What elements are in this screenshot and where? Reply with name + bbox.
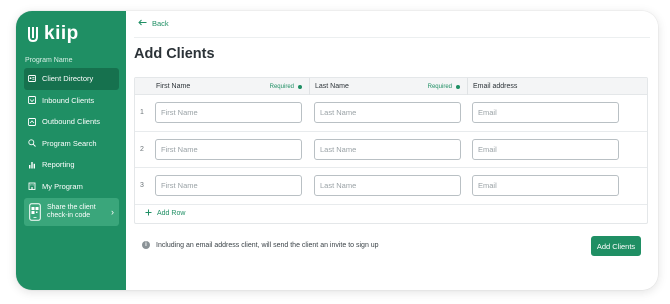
row-number: 3 <box>140 182 144 189</box>
email-invite-note: i Including an email address client, wil… <box>142 241 379 249</box>
last-name-field[interactable]: Last Name <box>314 102 461 123</box>
last-name-field[interactable]: Last Name <box>314 138 461 160</box>
info-icon: i <box>142 241 150 249</box>
first-name-field[interactable]: First Name <box>155 175 302 196</box>
sidebar-item-program-search[interactable]: Program Search <box>24 133 119 155</box>
share-check-in-code-label: Share the client check-in code <box>47 204 96 219</box>
required-indicator: Required <box>270 84 302 90</box>
sidebar-item-label: Outbound Clients <box>42 117 100 127</box>
required-dot-icon <box>456 84 460 89</box>
qr-phone-icon <box>29 203 41 221</box>
page-title: Add Clients <box>134 46 215 62</box>
info-text: Including an email address client, will … <box>156 241 379 249</box>
clients-table: First Name Required Last Name Required E… <box>134 77 648 224</box>
email-field[interactable]: Email <box>472 138 619 160</box>
search-icon <box>28 139 36 148</box>
sidebar-item-reporting[interactable]: Reporting <box>24 154 119 176</box>
sidebar-nav: Client Directory Inbound Clients Outboun… <box>24 68 119 197</box>
sidebar-item-label: My Program <box>42 181 83 191</box>
app-window: kiip Program Name Client Directory Inbou… <box>16 11 658 290</box>
program-name-label: Program Name <box>25 57 73 64</box>
required-label: Required <box>427 83 452 90</box>
table-header: First Name Required Last Name Required E… <box>135 78 647 95</box>
last-name-field[interactable]: Last Name <box>314 175 461 196</box>
first-name-field[interactable]: First Name <box>155 102 302 123</box>
column-header-last-name: Last Name Required <box>315 78 468 95</box>
first-name-field[interactable]: First Name <box>155 138 302 160</box>
inbox-icon <box>28 96 36 105</box>
column-divider <box>467 78 468 95</box>
chevron-right-icon: › <box>111 207 114 217</box>
share-check-in-code-card[interactable]: Share the client check-in code › <box>24 198 119 226</box>
outbox-icon <box>28 117 36 126</box>
table-row: 3 First Name Last Name Email <box>135 168 647 205</box>
required-label: Required <box>269 83 294 90</box>
logo-text: kiip <box>44 23 79 44</box>
sidebar-item-label: Reporting <box>42 160 75 170</box>
sidebar-item-label: Inbound Clients <box>42 95 95 105</box>
add-clients-button[interactable]: Add Clients <box>591 236 641 256</box>
sidebar-item-my-program[interactable]: My Program <box>24 176 119 198</box>
main-content: Back Add Clients First Name Required Las… <box>126 11 658 290</box>
column-divider <box>309 78 310 95</box>
building-icon <box>28 182 36 191</box>
table-row: 2 First Name Last Name Email <box>135 132 647 168</box>
column-header-first-name: First Name Required <box>156 78 310 95</box>
back-link[interactable]: Back <box>138 19 169 28</box>
add-row-label: Add Row <box>157 210 186 217</box>
sidebar-item-outbound-clients[interactable]: Outbound Clients <box>24 111 119 133</box>
column-header-email: Email address <box>473 78 643 95</box>
back-label: Back <box>152 19 169 28</box>
row-number: 1 <box>140 109 144 116</box>
sidebar-item-label: Program Search <box>42 138 97 148</box>
required-dot-icon <box>298 84 302 89</box>
sidebar-item-label: Client Directory <box>42 74 94 84</box>
id-card-icon <box>28 75 36 83</box>
logo: kiip <box>26 23 79 45</box>
sidebar-item-inbound-clients[interactable]: Inbound Clients <box>24 90 119 112</box>
column-header-label: Email address <box>473 83 518 90</box>
sidebar-item-client-directory[interactable]: Client Directory <box>24 68 119 90</box>
header-divider <box>134 37 650 38</box>
column-header-label: Last Name <box>315 83 349 90</box>
add-row-button[interactable]: Add Row <box>145 209 185 218</box>
required-indicator: Required <box>428 84 460 90</box>
column-header-label: First Name <box>156 83 191 90</box>
arrow-left-icon <box>138 19 147 28</box>
bar-chart-icon <box>28 161 36 169</box>
email-field[interactable]: Email <box>472 175 619 196</box>
plus-icon <box>145 209 152 218</box>
row-number: 2 <box>140 145 144 153</box>
table-row: 1 First Name Last Name Email <box>135 95 647 132</box>
sidebar: kiip Program Name Client Directory Inbou… <box>16 11 126 290</box>
logo-mark-icon <box>28 27 38 43</box>
email-field[interactable]: Email <box>472 102 619 123</box>
